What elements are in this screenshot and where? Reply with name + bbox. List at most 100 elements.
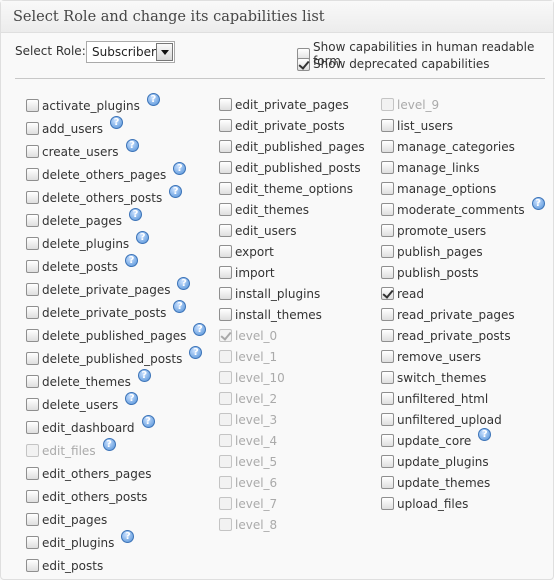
capability-checkbox[interactable] — [26, 237, 39, 250]
capability-item[interactable]: delete_others_posts? — [26, 185, 206, 209]
help-icon[interactable]: ? — [102, 438, 116, 451]
deprecated-checkbox[interactable] — [297, 57, 310, 71]
help-icon[interactable]: ? — [110, 116, 124, 129]
help-icon[interactable]: ? — [136, 231, 150, 244]
capability-item[interactable]: delete_themes? — [26, 369, 206, 393]
capability-checkbox[interactable] — [219, 308, 232, 321]
capability-checkbox[interactable] — [26, 467, 39, 480]
capability-item[interactable]: delete_published_pages? — [26, 323, 207, 347]
capability-checkbox[interactable] — [381, 119, 394, 132]
capability-checkbox[interactable] — [219, 287, 232, 300]
capability-item[interactable]: delete_pages? — [26, 208, 206, 232]
capability-item[interactable]: add_users? — [26, 116, 206, 140]
capability-checkbox[interactable] — [26, 283, 39, 296]
capability-checkbox[interactable] — [219, 182, 232, 195]
capability-checkbox[interactable] — [219, 161, 232, 174]
capability-item[interactable]: create_users? — [26, 139, 206, 163]
capability-item[interactable]: activate_plugins? — [26, 93, 206, 117]
capability-item[interactable]: delete_users? — [26, 392, 206, 416]
capability-checkbox[interactable] — [26, 145, 39, 158]
capability-item[interactable]: edit_private_pages — [219, 94, 365, 115]
capability-item[interactable]: manage_options — [381, 178, 545, 199]
capability-checkbox[interactable] — [26, 306, 39, 319]
capability-item[interactable]: unfiltered_html — [381, 388, 545, 409]
capability-item[interactable]: publish_pages — [381, 241, 545, 262]
deprecated-option[interactable]: Show deprecated capabilities — [297, 57, 490, 71]
capability-checkbox[interactable] — [219, 203, 232, 216]
capability-checkbox[interactable] — [219, 224, 232, 237]
capability-checkbox[interactable] — [26, 559, 39, 572]
capability-checkbox[interactable] — [26, 421, 39, 434]
help-icon[interactable]: ? — [141, 415, 155, 428]
capability-checkbox[interactable] — [381, 266, 394, 279]
capability-item[interactable]: list_users — [381, 115, 545, 136]
capability-checkbox[interactable] — [26, 99, 39, 112]
help-icon[interactable]: ? — [531, 197, 545, 210]
capability-checkbox[interactable] — [381, 182, 394, 195]
help-icon[interactable]: ? — [125, 392, 139, 405]
capability-checkbox[interactable] — [219, 140, 232, 153]
capability-item[interactable]: moderate_comments? — [381, 197, 545, 220]
role-select[interactable]: Subscriber — [86, 41, 175, 63]
capability-checkbox[interactable] — [219, 245, 232, 258]
capability-item[interactable]: read — [381, 283, 545, 304]
help-icon[interactable]: ? — [129, 208, 143, 221]
capability-item[interactable]: edit_plugins? — [26, 530, 206, 554]
capability-item[interactable]: edit_published_pages — [219, 136, 365, 157]
capability-checkbox[interactable] — [381, 161, 394, 174]
capability-checkbox[interactable] — [381, 308, 394, 321]
capability-checkbox[interactable] — [26, 513, 39, 526]
capability-item[interactable]: read_private_pages — [381, 304, 545, 325]
capability-checkbox[interactable] — [381, 434, 394, 447]
help-icon[interactable]: ? — [173, 162, 187, 175]
capability-item[interactable]: edit_themes — [219, 199, 365, 220]
help-icon[interactable]: ? — [137, 369, 151, 382]
capability-item[interactable]: install_themes — [219, 304, 365, 325]
help-icon[interactable]: ? — [478, 428, 492, 441]
help-icon[interactable]: ? — [193, 323, 207, 336]
capability-item[interactable]: manage_categories — [381, 136, 545, 157]
capability-item[interactable]: update_core? — [381, 428, 545, 451]
help-icon[interactable]: ? — [124, 254, 138, 267]
capability-checkbox[interactable] — [381, 245, 394, 258]
capability-checkbox[interactable] — [219, 119, 232, 132]
capability-item[interactable]: edit_users — [219, 220, 365, 241]
capability-checkbox[interactable] — [381, 224, 394, 237]
capability-checkbox[interactable] — [26, 214, 39, 227]
capability-item[interactable]: edit_dashboard? — [26, 415, 206, 439]
capability-checkbox[interactable] — [381, 413, 394, 426]
capability-item[interactable]: delete_others_pages? — [26, 162, 206, 186]
capability-checkbox[interactable] — [26, 329, 39, 342]
capability-checkbox[interactable] — [26, 536, 39, 549]
capability-checkbox[interactable] — [381, 371, 394, 384]
capability-item[interactable]: edit_private_posts — [219, 115, 365, 136]
capability-item[interactable]: update_plugins — [381, 451, 545, 472]
capability-checkbox[interactable] — [26, 122, 39, 135]
capability-item[interactable]: promote_users — [381, 220, 545, 241]
capability-item[interactable]: upload_files — [381, 493, 545, 514]
capability-checkbox[interactable] — [26, 375, 39, 388]
capability-item[interactable]: edit_pages — [26, 508, 206, 531]
capability-item[interactable]: delete_private_pages? — [26, 277, 206, 301]
capability-checkbox[interactable] — [26, 191, 39, 204]
capability-checkbox[interactable] — [381, 476, 394, 489]
capability-checkbox[interactable] — [381, 350, 394, 363]
help-icon[interactable]: ? — [173, 300, 187, 313]
help-icon[interactable]: ? — [121, 530, 135, 543]
help-icon[interactable]: ? — [125, 139, 139, 152]
capability-item[interactable]: edit_published_posts — [219, 157, 365, 178]
capability-item[interactable]: remove_users — [381, 346, 545, 367]
capability-item[interactable]: delete_plugins? — [26, 231, 206, 255]
help-icon[interactable]: ? — [177, 277, 191, 290]
capability-item[interactable]: delete_private_posts? — [26, 300, 206, 324]
capability-checkbox[interactable] — [26, 352, 39, 365]
capability-item[interactable]: update_themes — [381, 472, 545, 493]
capability-item[interactable]: edit_theme_options — [219, 178, 365, 199]
help-icon[interactable]: ? — [169, 185, 183, 198]
capability-checkbox[interactable] — [381, 329, 394, 342]
capability-checkbox[interactable] — [381, 140, 394, 153]
capability-checkbox[interactable] — [26, 490, 39, 503]
capability-item[interactable]: edit_others_pages — [26, 462, 206, 485]
capability-item[interactable]: edit_posts — [26, 554, 206, 577]
capability-checkbox[interactable] — [26, 168, 39, 181]
